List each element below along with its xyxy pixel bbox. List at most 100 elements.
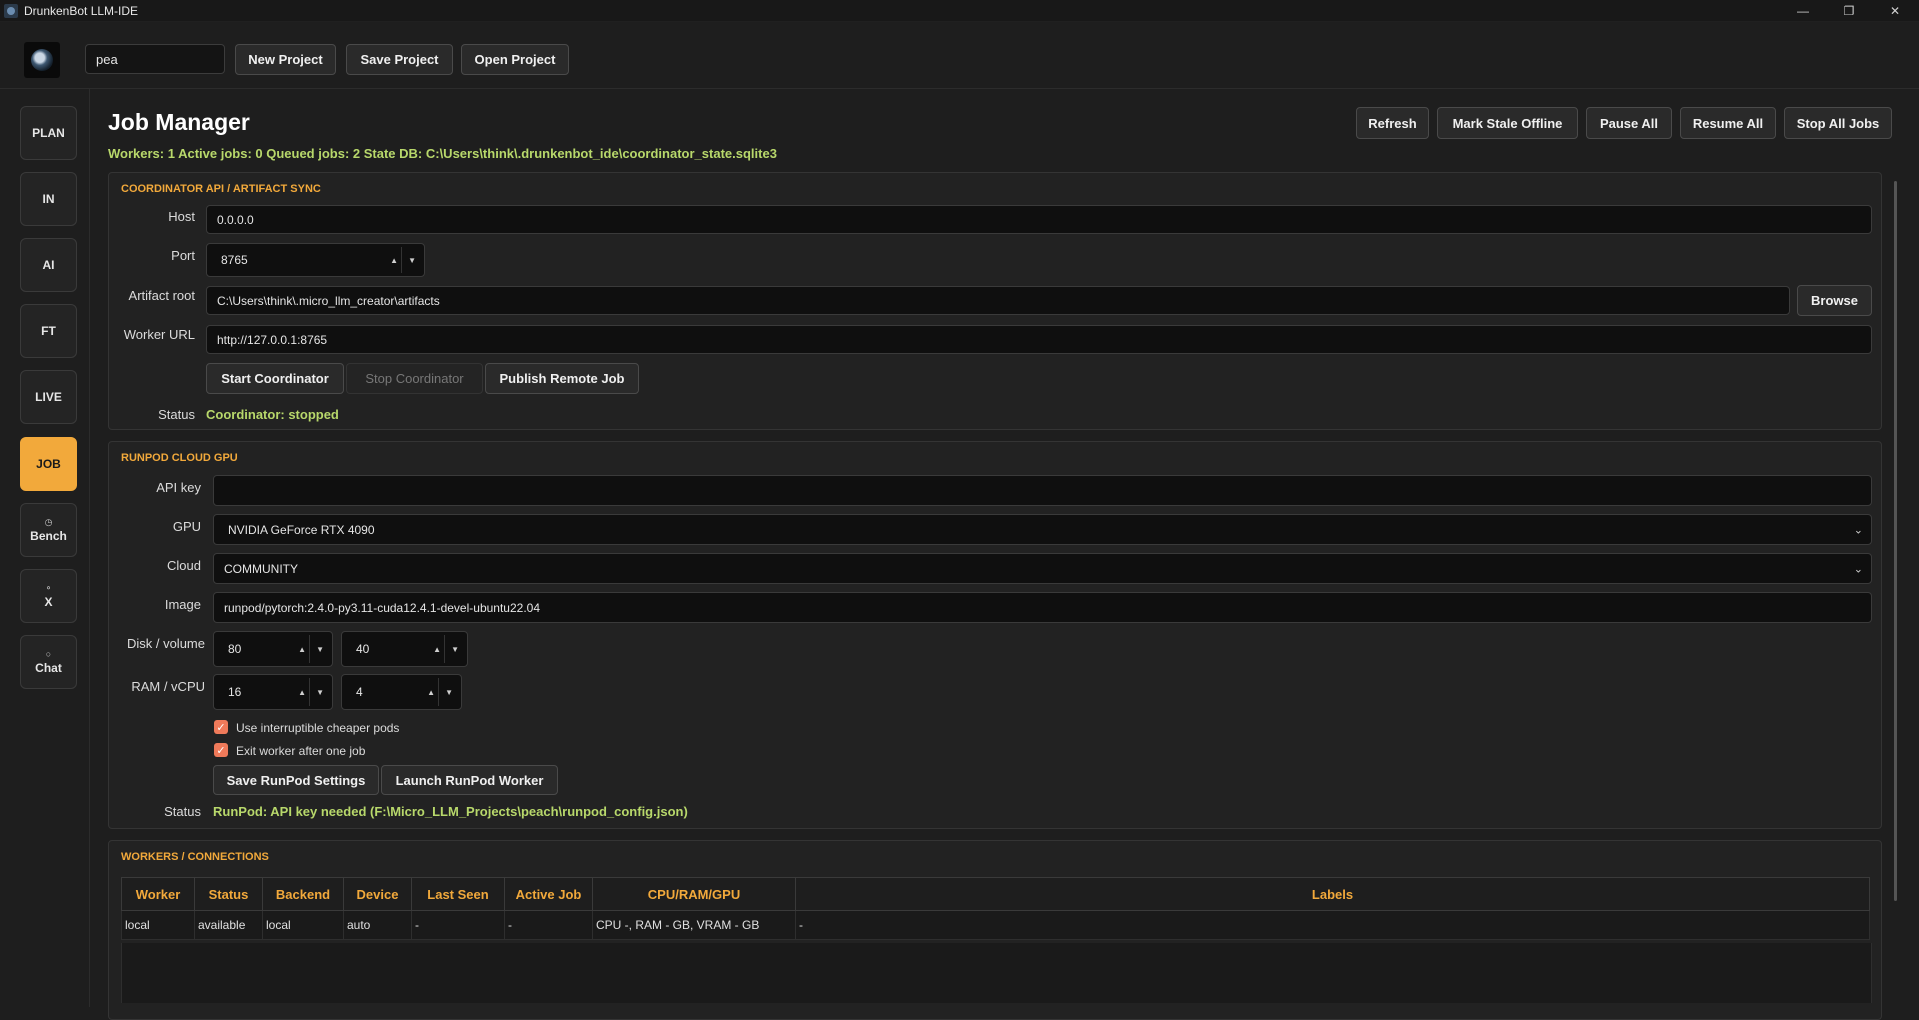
increment-icon[interactable]: ▲: [298, 632, 306, 666]
increment-icon[interactable]: ▲: [427, 675, 435, 709]
main-scrollbar[interactable]: [1894, 181, 1897, 901]
stop-all-jobs-button[interactable]: Stop All Jobs: [1784, 107, 1892, 139]
artifact-root-input[interactable]: C:\Users\think\.micro_llm_creator\artifa…: [206, 286, 1790, 315]
column-header-last-seen[interactable]: Last Seen: [411, 877, 505, 911]
increment-icon[interactable]: ▲: [298, 675, 306, 709]
column-header-worker[interactable]: Worker: [121, 877, 195, 911]
top-toolbar: New Project Save Project Open Project: [0, 22, 1919, 89]
decrement-icon[interactable]: ▼: [445, 675, 453, 709]
column-header-resources[interactable]: CPU/RAM/GPU: [592, 877, 796, 911]
workers-panel-title: WORKERS / CONNECTIONS: [121, 851, 269, 863]
launch-runpod-worker-button[interactable]: Launch RunPod Worker: [381, 765, 558, 795]
decrement-icon[interactable]: ▼: [451, 632, 459, 666]
sidebar-item-chat[interactable]: ○ Chat: [20, 635, 77, 689]
column-header-backend[interactable]: Backend: [262, 877, 344, 911]
sidebar-item-plan[interactable]: PLAN: [20, 106, 77, 160]
sidebar-item-ai[interactable]: AI: [20, 238, 77, 292]
new-project-button[interactable]: New Project: [235, 44, 336, 75]
ram-vcpu-label: RAM / vCPU: [131, 679, 205, 694]
decrement-icon[interactable]: ▼: [316, 632, 324, 666]
project-name-input[interactable]: [85, 44, 225, 74]
increment-icon[interactable]: ▲: [433, 632, 441, 666]
sidebar: PLAN IN AI FT LIVE JOB ◷ Bench ⚬ X ○ Chat: [0, 89, 90, 1007]
chat-icon: ○: [45, 648, 52, 659]
logo-icon: [24, 42, 60, 78]
save-runpod-settings-button[interactable]: Save RunPod Settings: [213, 765, 379, 795]
port-stepper[interactable]: 8765 ▲ ▼: [206, 243, 425, 277]
image-input[interactable]: runpod/pytorch:2.4.0-py3.11-cuda12.4.1-d…: [213, 592, 1872, 623]
sidebar-item-x[interactable]: ⚬ X: [20, 569, 77, 623]
image-label: Image: [164, 597, 201, 612]
runpod-panel-title: RUNPOD CLOUD GPU: [121, 452, 238, 464]
decrement-icon[interactable]: ▼: [408, 244, 416, 276]
sidebar-item-bench[interactable]: ◷ Bench: [20, 503, 77, 557]
runpod-panel: RUNPOD CLOUD GPU API key GPU NVIDIA GeFo…: [108, 441, 1882, 829]
minimize-icon[interactable]: —: [1780, 0, 1826, 21]
coordinator-panel-title: COORDINATOR API / ARTIFACT SYNC: [121, 183, 321, 195]
main-content: Job Manager Workers: 1 Active jobs: 0 Qu…: [90, 89, 1919, 1020]
maximize-icon[interactable]: ❐: [1826, 0, 1872, 21]
close-icon[interactable]: ✕: [1872, 0, 1918, 21]
disk-stepper[interactable]: 80 ▲ ▼: [213, 631, 333, 667]
sidebar-item-ft[interactable]: FT: [20, 304, 77, 358]
gpu-label: GPU: [172, 519, 201, 534]
host-input[interactable]: 0.0.0.0: [206, 205, 1872, 234]
open-project-button[interactable]: Open Project: [461, 44, 569, 75]
save-project-button[interactable]: Save Project: [346, 44, 453, 75]
interruptible-label: Use interruptible cheaper pods: [236, 721, 400, 735]
mark-stale-offline-button[interactable]: Mark Stale Offline: [1437, 107, 1578, 139]
coordinator-panel: COORDINATOR API / ARTIFACT SYNC Host 0.0…: [108, 172, 1882, 430]
sidebar-item-job[interactable]: JOB: [20, 437, 77, 491]
exit-after-one-job-label: Exit worker after one job: [236, 744, 366, 758]
port-label: Port: [171, 248, 195, 263]
exit-after-one-job-checkbox[interactable]: ✓: [214, 743, 228, 757]
workers-table: Worker Status Backend Device Last Seen A…: [121, 877, 1870, 940]
resume-all-button[interactable]: Resume All: [1680, 107, 1776, 139]
column-header-device[interactable]: Device: [343, 877, 412, 911]
disk-volume-label: Disk / volume: [126, 636, 205, 651]
host-label: Host: [168, 209, 195, 224]
cloud-select[interactable]: COMMUNITY ⌄: [213, 553, 1872, 584]
worker-url-input[interactable]: http://127.0.0.1:8765: [206, 325, 1872, 354]
column-header-active-job[interactable]: Active Job: [504, 877, 593, 911]
ram-stepper[interactable]: 16 ▲ ▼: [213, 674, 333, 710]
decrement-icon[interactable]: ▼: [316, 675, 324, 709]
cell-resources: CPU -, RAM - GB, VRAM - GB: [592, 910, 796, 940]
chevron-down-icon: ⌄: [1853, 563, 1863, 575]
worker-url-label: Worker URL: [123, 327, 195, 342]
publish-remote-job-button[interactable]: Publish Remote Job: [485, 363, 639, 394]
cloud-label: Cloud: [167, 558, 201, 573]
api-key-input[interactable]: [213, 475, 1872, 506]
artifact-root-label: Artifact root: [128, 288, 195, 303]
refresh-button[interactable]: Refresh: [1356, 107, 1429, 139]
page-title: Job Manager: [108, 109, 250, 135]
table-row[interactable]: local available local auto - - CPU -, RA…: [121, 910, 1870, 940]
stop-coordinator-button[interactable]: Stop Coordinator: [346, 363, 483, 394]
coordinator-status: Coordinator: stopped: [206, 407, 339, 422]
runpod-status: RunPod: API key needed (F:\Micro_LLM_Pro…: [213, 804, 688, 819]
gpu-select[interactable]: NVIDIA GeForce RTX 4090 ⌄: [213, 514, 1872, 545]
workers-table-empty-area: [121, 943, 1872, 1003]
vcpu-stepper[interactable]: 4 ▲ ▼: [341, 674, 462, 710]
cell-device: auto: [343, 910, 412, 940]
window-title: DrunkenBot LLM-IDE: [24, 3, 139, 18]
app-icon: [4, 3, 18, 18]
interruptible-checkbox[interactable]: ✓: [214, 720, 228, 734]
api-key-label: API key: [156, 480, 201, 495]
volume-stepper[interactable]: 40 ▲ ▼: [341, 631, 468, 667]
sidebar-item-in[interactable]: IN: [20, 172, 77, 226]
browse-button[interactable]: Browse: [1797, 285, 1872, 316]
start-coordinator-button[interactable]: Start Coordinator: [206, 363, 344, 394]
cell-status: available: [194, 910, 263, 940]
cell-labels: -: [795, 910, 1870, 940]
sidebar-item-live[interactable]: LIVE: [20, 370, 77, 424]
increment-icon[interactable]: ▲: [390, 244, 398, 276]
job-stats: Workers: 1 Active jobs: 0 Queued jobs: 2…: [108, 146, 777, 161]
pause-all-button[interactable]: Pause All: [1586, 107, 1672, 139]
column-header-status[interactable]: Status: [194, 877, 263, 911]
cell-last-seen: -: [411, 910, 505, 940]
workers-panel: WORKERS / CONNECTIONS Worker Status Back…: [108, 840, 1882, 1020]
column-header-labels[interactable]: Labels: [795, 877, 1870, 911]
cell-active-job: -: [504, 910, 593, 940]
coordinator-status-label: Status: [158, 407, 195, 422]
